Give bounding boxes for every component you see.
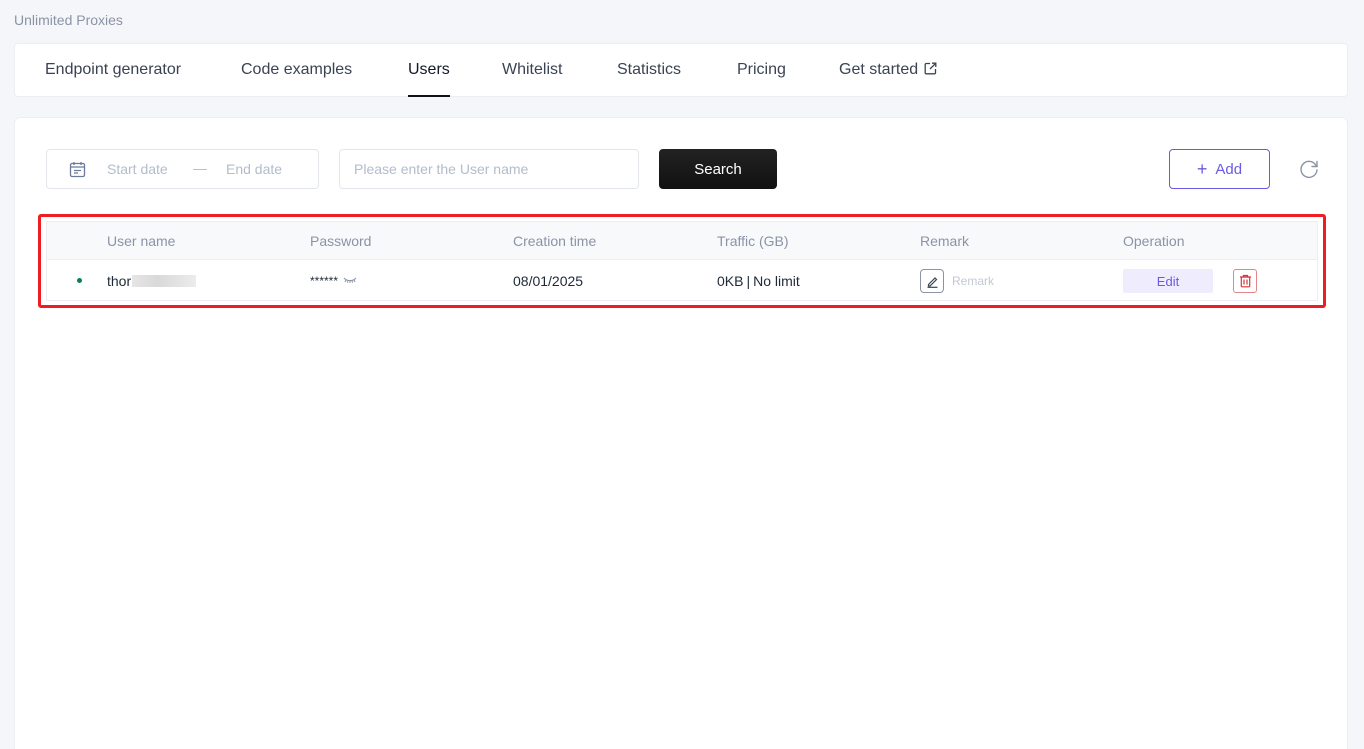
traffic-cell: 0KB | No limit [717,273,800,289]
start-date-input[interactable]: Start date [107,161,168,177]
password-cell: ****** [310,274,357,288]
column-header-traffic: Traffic (GB) [717,233,789,249]
search-button[interactable]: Search [659,149,777,189]
refresh-icon[interactable] [1298,158,1320,180]
tab-label: Pricing [737,61,786,78]
tab-whitelist[interactable]: Whitelist [502,44,562,97]
username-text: thor [107,273,132,289]
tab-bar: Endpoint generator Code examples Users W… [14,43,1348,97]
table-header: User name Password Creation time Traffic… [47,222,1317,260]
add-user-button[interactable]: + Add [1169,149,1270,189]
tab-get-started[interactable]: Get started [839,44,937,97]
username-cell: thor [107,273,197,289]
date-range-picker[interactable]: Start date — End date [46,149,319,189]
tab-endpoint-generator[interactable]: Endpoint generator [45,44,181,97]
traffic-used: 0KB [717,273,744,289]
tab-label: Whitelist [502,61,563,78]
creation-time-cell: 08/01/2025 [513,273,584,289]
tab-code-examples[interactable]: Code examples [241,44,352,97]
end-date-input[interactable]: End date [226,161,282,177]
date-separator: — [193,160,207,176]
column-header-creation-time: Creation time [513,233,597,249]
tab-users[interactable]: Users [408,44,450,97]
tab-label: Get started [839,61,919,78]
plus-icon: + [1196,158,1208,179]
username-search-input[interactable] [339,149,639,189]
eye-closed-icon[interactable] [343,276,357,284]
column-header-remark: Remark [920,233,970,249]
edit-remark-button[interactable] [920,269,944,293]
calendar-icon [69,162,86,178]
column-header-username: User name [107,233,176,249]
tab-label: Statistics [617,61,682,78]
tab-label: Code examples [241,61,353,78]
tab-statistics[interactable]: Statistics [617,44,681,97]
tab-pricing[interactable]: Pricing [737,44,786,97]
password-masked: ****** [310,274,339,288]
remark-placeholder[interactable]: Remark [952,274,994,288]
page-title: Unlimited Proxies [14,12,123,28]
table-row: thor ****** 08/01/2025 0KB | No limit Rema… [47,261,1317,301]
traffic-limit: No limit [753,273,800,289]
status-dot [77,278,82,283]
traffic-separator: | [746,273,751,289]
redacted-blur [132,275,197,287]
tab-label: Endpoint generator [45,61,182,78]
trash-icon [1240,274,1251,288]
tab-label: Users [408,61,450,78]
users-panel: Start date — End date Search + Add User n… [14,117,1348,749]
column-header-password: Password [310,233,372,249]
users-table: User name Password Creation time Traffic… [46,221,1318,301]
pencil-icon [927,277,938,288]
delete-user-button[interactable] [1233,269,1257,293]
add-label: Add [1215,160,1243,178]
edit-user-button[interactable]: Edit [1123,269,1213,293]
column-header-operation: Operation [1123,233,1185,249]
external-link-icon [924,62,937,75]
